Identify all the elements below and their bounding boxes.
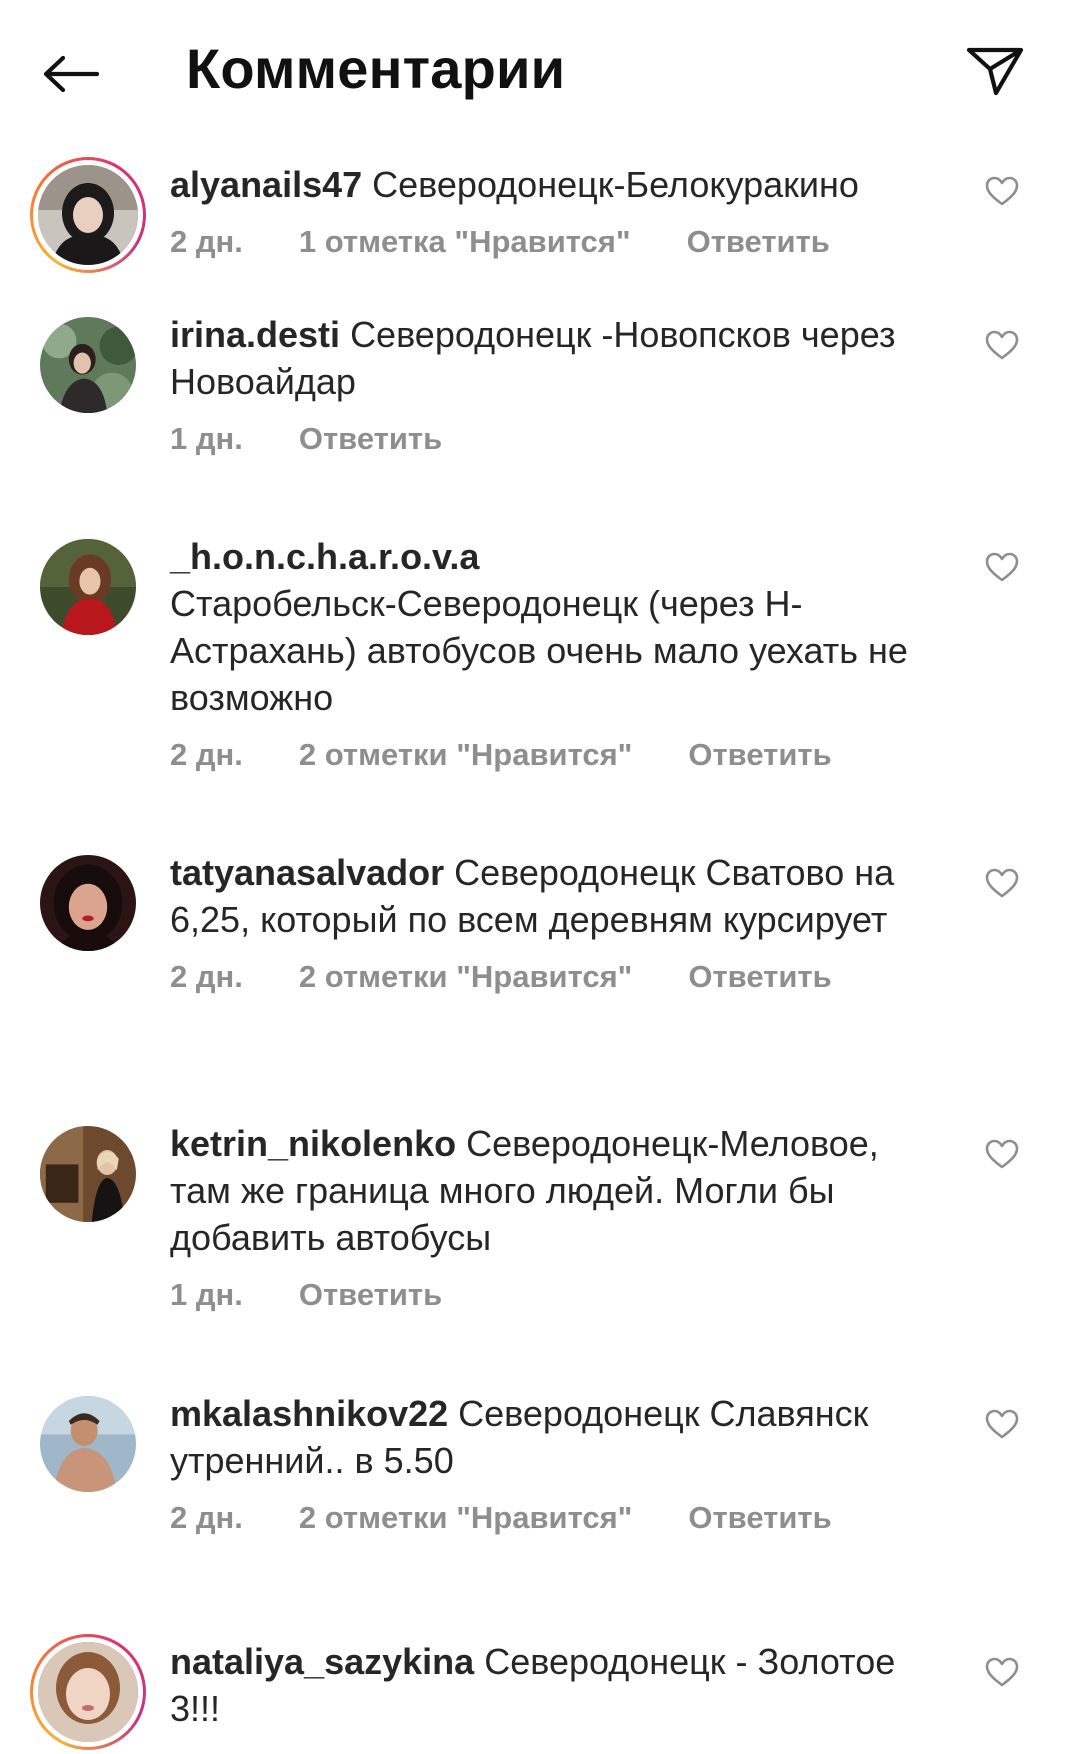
comment-body: nataliya_sazykina Северодонецк - Золотое … [170, 1638, 940, 1732]
avatar[interactable] [33, 160, 143, 270]
comment-time: 2 дн. [170, 959, 243, 994]
heart-icon [985, 1409, 1019, 1439]
comment-likes-count[interactable]: 1 отметка "Нравится" [299, 224, 631, 260]
comment-meta: 1 дн. Ответить [170, 421, 940, 457]
avatar-wrap[interactable] [30, 307, 146, 423]
reply-button[interactable]: Ответить [688, 1500, 831, 1536]
comment-body: ketrin_nikolenko Северодонецк-Меловое, та… [170, 1120, 940, 1313]
comment-meta: 1 дн. Ответить [170, 1277, 940, 1313]
reply-button[interactable]: Ответить [299, 1277, 442, 1313]
comment-body: irina.desti Северодонецк -Новопсков через… [170, 311, 940, 457]
like-button[interactable] [980, 1402, 1024, 1446]
avatar[interactable] [40, 317, 136, 413]
avatar-photo [38, 1642, 138, 1742]
comment-text: Старобельск-Северодонецк (через Н-Астрах… [170, 583, 908, 718]
comment-time: 2 дн. [170, 224, 243, 259]
comment-username[interactable]: tatyanasalvador [170, 852, 444, 893]
comment-likes-count[interactable]: 2 отметки "Нравится" [299, 959, 633, 995]
comment-meta: 2 дн. 2 отметки "Нравится" Ответить [170, 959, 940, 995]
header-bar: Комментарии [0, 0, 1075, 140]
heart-icon [985, 330, 1019, 360]
avatar-photo [40, 855, 136, 951]
like-button[interactable] [980, 545, 1024, 589]
comment-meta: 2 дн. 2 отметки "Нравится" Ответить [170, 737, 940, 773]
avatar[interactable] [40, 539, 136, 635]
avatar[interactable] [40, 1126, 136, 1222]
comment-time: 1 дн. [170, 1277, 243, 1312]
comment-text: Северодонецк-Белокуракино [372, 164, 859, 205]
back-button[interactable] [34, 38, 106, 110]
comment-time: 2 дн. [170, 1500, 243, 1535]
reply-button[interactable]: Ответить [688, 959, 831, 995]
avatar[interactable] [40, 1396, 136, 1492]
comment-username[interactable]: alyanails47 [170, 164, 362, 205]
arrow-left-icon [43, 55, 99, 93]
comment-time: 2 дн. [170, 737, 243, 772]
like-button[interactable] [980, 1132, 1024, 1176]
avatar-photo [38, 165, 138, 265]
avatar-wrap[interactable] [30, 529, 146, 645]
avatar-wrap[interactable] [30, 1386, 146, 1502]
heart-icon [985, 1657, 1019, 1687]
comment-username[interactable]: nataliya_sazykina [170, 1641, 474, 1682]
like-button[interactable] [980, 169, 1024, 213]
like-button[interactable] [980, 323, 1024, 367]
heart-icon [985, 868, 1019, 898]
comment-time: 1 дн. [170, 421, 243, 456]
comment-username[interactable]: irina.desti [170, 314, 340, 355]
heart-icon [985, 1139, 1019, 1169]
like-button[interactable] [980, 1650, 1024, 1694]
avatar-photo [40, 1126, 136, 1222]
comment-likes-count[interactable]: 2 отметки "Нравится" [299, 737, 633, 773]
avatar[interactable] [33, 1637, 143, 1747]
story-ring[interactable] [30, 1634, 146, 1750]
share-button[interactable] [958, 34, 1032, 108]
comment-body: tatyanasalvador Северодонецк Сватово на 6… [170, 849, 940, 995]
comment-meta: 2 дн. 2 отметки "Нравится" Ответить [170, 1500, 940, 1536]
comment-body: alyanails47 Северодонецк-Белокуракино 2 д… [170, 161, 940, 260]
comment-body: mkalashnikov22 Северодонецк Славянск утре… [170, 1390, 940, 1536]
avatar-wrap[interactable] [30, 845, 146, 961]
heart-icon [985, 176, 1019, 206]
comment-body: _h.o.n.c.h.a.r.o.v.a Старобельск-Северодо… [170, 533, 940, 773]
comment-username[interactable]: _h.o.n.c.h.a.r.o.v.a [170, 536, 479, 577]
reply-button[interactable]: Ответить [299, 421, 442, 457]
paper-plane-icon [966, 47, 1024, 96]
avatar[interactable] [40, 855, 136, 951]
heart-icon [985, 552, 1019, 582]
like-button[interactable] [980, 861, 1024, 905]
avatar-photo [40, 539, 136, 635]
comment-username[interactable]: ketrin_nikolenko [170, 1123, 456, 1164]
comment-username[interactable]: mkalashnikov22 [170, 1393, 448, 1434]
comment-meta: 2 дн. 1 отметка "Нравится" Ответить [170, 224, 940, 260]
avatar-photo [40, 317, 136, 413]
avatar-photo [40, 1396, 136, 1492]
comment-likes-count[interactable]: 2 отметки "Нравится" [299, 1500, 633, 1536]
reply-button[interactable]: Ответить [688, 737, 831, 773]
story-ring[interactable] [30, 157, 146, 273]
page-title: Комментарии [186, 37, 566, 100]
avatar-wrap[interactable] [30, 1116, 146, 1232]
reply-button[interactable]: Ответить [687, 224, 830, 260]
